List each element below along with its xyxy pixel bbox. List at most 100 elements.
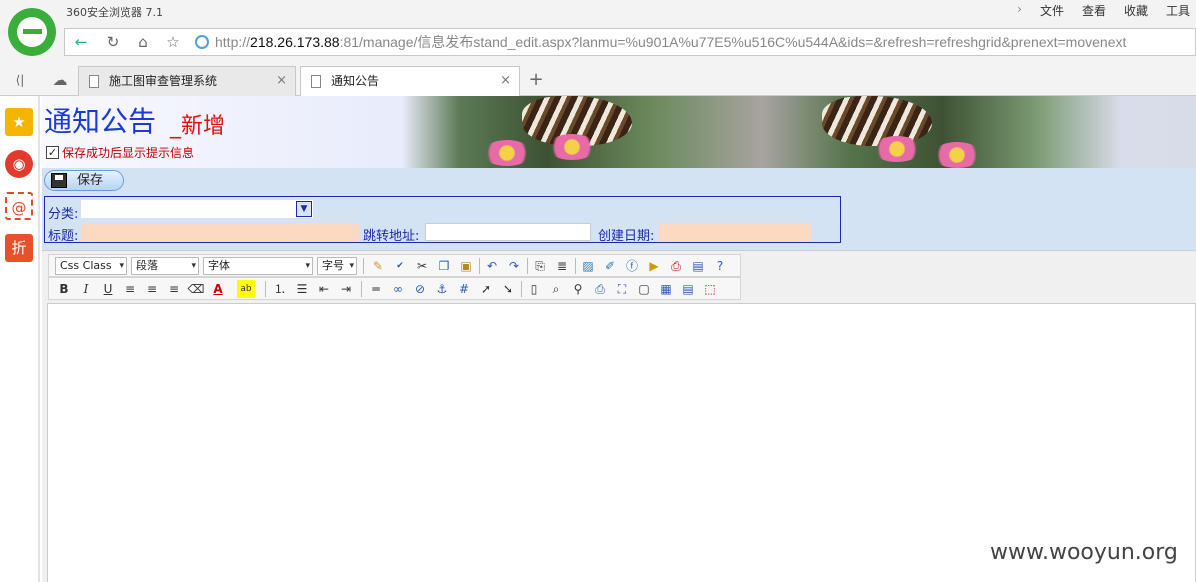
italic-icon[interactable]: I xyxy=(77,280,95,298)
help-icon[interactable]: ? xyxy=(711,257,729,275)
ordered-list-icon[interactable]: ⒈ xyxy=(271,280,289,298)
home-icon[interactable]: ⌂ xyxy=(129,29,157,55)
align-right-icon[interactable]: ≡ xyxy=(165,280,183,298)
outdent-icon[interactable]: ⇤ xyxy=(315,280,333,298)
format-icon[interactable]: ≣ xyxy=(553,257,571,275)
insert-row-icon[interactable]: ▤ xyxy=(679,280,697,298)
refresh-icon[interactable]: ↻ xyxy=(99,29,127,55)
anchor-icon[interactable]: ⚓ xyxy=(433,280,451,298)
floppy-disk-icon xyxy=(51,173,67,188)
address-bar[interactable]: ← ↻ ⌂ ☆ http://218.26.173.88:81/manage/信… xyxy=(64,28,1196,56)
menu-file[interactable]: 文件 xyxy=(1040,2,1064,19)
underline-icon[interactable]: U xyxy=(99,280,117,298)
favorites-star-icon[interactable]: ★ xyxy=(5,108,33,136)
category-label: 分类: xyxy=(48,207,79,222)
close-icon[interactable]: × xyxy=(500,67,511,95)
close-icon[interactable]: × xyxy=(276,67,287,95)
new-tab-button[interactable]: + xyxy=(522,67,550,93)
chevron-down-icon[interactable]: ▼ xyxy=(296,201,312,217)
indent-icon[interactable]: ⇥ xyxy=(337,280,355,298)
image-icon[interactable]: ▨ xyxy=(579,257,597,275)
weibo-icon[interactable]: ◉ xyxy=(5,150,33,178)
browser-chrome: 360安全浏览器 7.1 › 文件 查看 收藏 工具 ← ↻ ⌂ ☆ http:… xyxy=(0,0,1196,97)
link-icon[interactable]: ∞ xyxy=(389,280,407,298)
title-label: 标题: xyxy=(48,229,79,244)
site-icon xyxy=(195,35,209,49)
menu-view[interactable]: 查看 xyxy=(1082,2,1106,19)
select-icon[interactable]: ➚ xyxy=(477,280,495,298)
page-subtitle: _新增 xyxy=(170,114,226,139)
dashed-box-icon[interactable]: ⬚ xyxy=(701,280,719,298)
pdf-icon[interactable]: ⎙ xyxy=(667,257,685,275)
css-class-dropdown[interactable]: Css Class xyxy=(55,257,127,275)
show-message-option[interactable]: ✓ 保存成功后显示提示信息 xyxy=(46,144,194,161)
butterfly-right xyxy=(822,96,932,146)
document-icon xyxy=(311,75,321,88)
document-template-icon[interactable]: ▤ xyxy=(689,257,707,275)
flower-left xyxy=(482,140,532,166)
align-center-icon[interactable]: ≡ xyxy=(143,280,161,298)
editor-toolbar-bottom: B I U ≡ ≡ ≡ ⌫ A ab ⒈ ☰ ⇤ ⇥ ═ ∞ ⊘ ⚓ # ➚ ➘… xyxy=(48,277,741,300)
unlink-icon[interactable]: ⊘ xyxy=(411,280,429,298)
back-icon[interactable]: ← xyxy=(67,29,95,55)
flash-icon[interactable]: ⓕ xyxy=(623,257,641,275)
browser-menu: › 文件 查看 收藏 工具 xyxy=(1017,2,1190,19)
font-dropdown[interactable]: 字体 xyxy=(203,257,313,275)
browser-sidebar: ★ ◉ @ 折 xyxy=(0,96,40,582)
copy-icon[interactable]: ❐ xyxy=(435,257,453,275)
save-button[interactable]: 保存 xyxy=(44,170,124,191)
font-color-icon[interactable]: A xyxy=(209,280,227,298)
star-icon[interactable]: ☆ xyxy=(159,29,187,55)
table-grid-icon[interactable]: ▦ xyxy=(657,280,675,298)
clean-icon[interactable]: ✎ xyxy=(369,257,387,275)
tab-construction-system[interactable]: 施工图审查管理系统 × xyxy=(78,66,296,96)
menu-favorites[interactable]: 收藏 xyxy=(1124,2,1148,19)
cut-icon[interactable]: ✂ xyxy=(413,257,431,275)
paste-icon[interactable]: ▣ xyxy=(457,257,475,275)
borders-icon[interactable]: ▢ xyxy=(635,280,653,298)
spellcheck-icon[interactable]: ✔ xyxy=(391,257,409,275)
mail-icon[interactable]: @ xyxy=(5,192,33,220)
cloud-icon[interactable]: ☁ xyxy=(46,67,74,93)
show-message-label: 保存成功后显示提示信息 xyxy=(62,146,195,160)
unordered-list-icon[interactable]: ☰ xyxy=(293,280,311,298)
document-icon xyxy=(89,75,99,88)
eraser-icon[interactable]: ⌫ xyxy=(187,280,205,298)
jump-url-input[interactable] xyxy=(425,223,591,241)
redo-icon[interactable]: ↷ xyxy=(505,257,523,275)
preview-icon[interactable]: ⌕ xyxy=(547,280,565,298)
create-date-input[interactable] xyxy=(659,223,811,241)
discount-icon[interactable]: 折 xyxy=(5,234,33,262)
undo-icon[interactable]: ↶ xyxy=(483,257,501,275)
rich-text-editor: Css Class 段落 字体 字号 ✎ ✔ ✂ ❐ ▣ ↶ ↷ ⎘ ≣ ▨ ✐… xyxy=(42,250,1196,582)
table-icon[interactable]: # xyxy=(455,280,473,298)
notice-form: 分类: ▼ 标题: 跳转地址: 创建日期: xyxy=(44,196,841,244)
sidebar-toggle-icon[interactable]: ⟨| xyxy=(6,67,34,93)
align-left-icon[interactable]: ≡ xyxy=(121,280,139,298)
fullscreen-icon[interactable]: ⛶ xyxy=(613,280,631,298)
size-dropdown[interactable]: 字号 xyxy=(317,257,357,275)
highlight-icon[interactable]: ab xyxy=(237,280,255,298)
media-icon[interactable]: ▶ xyxy=(645,257,663,275)
find-replace-icon[interactable]: ⎘ xyxy=(531,257,549,275)
url-text[interactable]: http://218.26.173.88:81/manage/信息发布stand… xyxy=(215,29,1195,55)
browser-title: 360安全浏览器 7.1 xyxy=(66,6,163,19)
flower-right-2 xyxy=(932,142,982,168)
watermark: www.wooyun.org xyxy=(990,540,1178,565)
category-select[interactable]: ▼ xyxy=(81,200,313,218)
chevron-right-icon[interactable]: › xyxy=(1017,2,1022,19)
tab-notice[interactable]: 通知公告 × xyxy=(300,66,520,97)
horizontal-rule-icon[interactable]: ═ xyxy=(367,280,385,298)
image-edit-icon[interactable]: ✐ xyxy=(601,257,619,275)
print-icon[interactable]: ⎙ xyxy=(591,280,609,298)
search-icon[interactable]: ⚲ xyxy=(569,280,587,298)
editor-toolbar-top: Css Class 段落 字体 字号 ✎ ✔ ✂ ❐ ▣ ↶ ↷ ⎘ ≣ ▨ ✐… xyxy=(48,254,741,277)
new-document-icon[interactable]: ▯ xyxy=(525,280,543,298)
title-input[interactable] xyxy=(81,223,359,241)
bold-icon[interactable]: B xyxy=(55,280,73,298)
show-message-checkbox[interactable]: ✓ xyxy=(46,146,59,159)
menu-tools[interactable]: 工具 xyxy=(1166,2,1190,19)
pointer-icon[interactable]: ➘ xyxy=(499,280,517,298)
paragraph-dropdown[interactable]: 段落 xyxy=(131,257,199,275)
butterfly-image xyxy=(402,96,1122,168)
